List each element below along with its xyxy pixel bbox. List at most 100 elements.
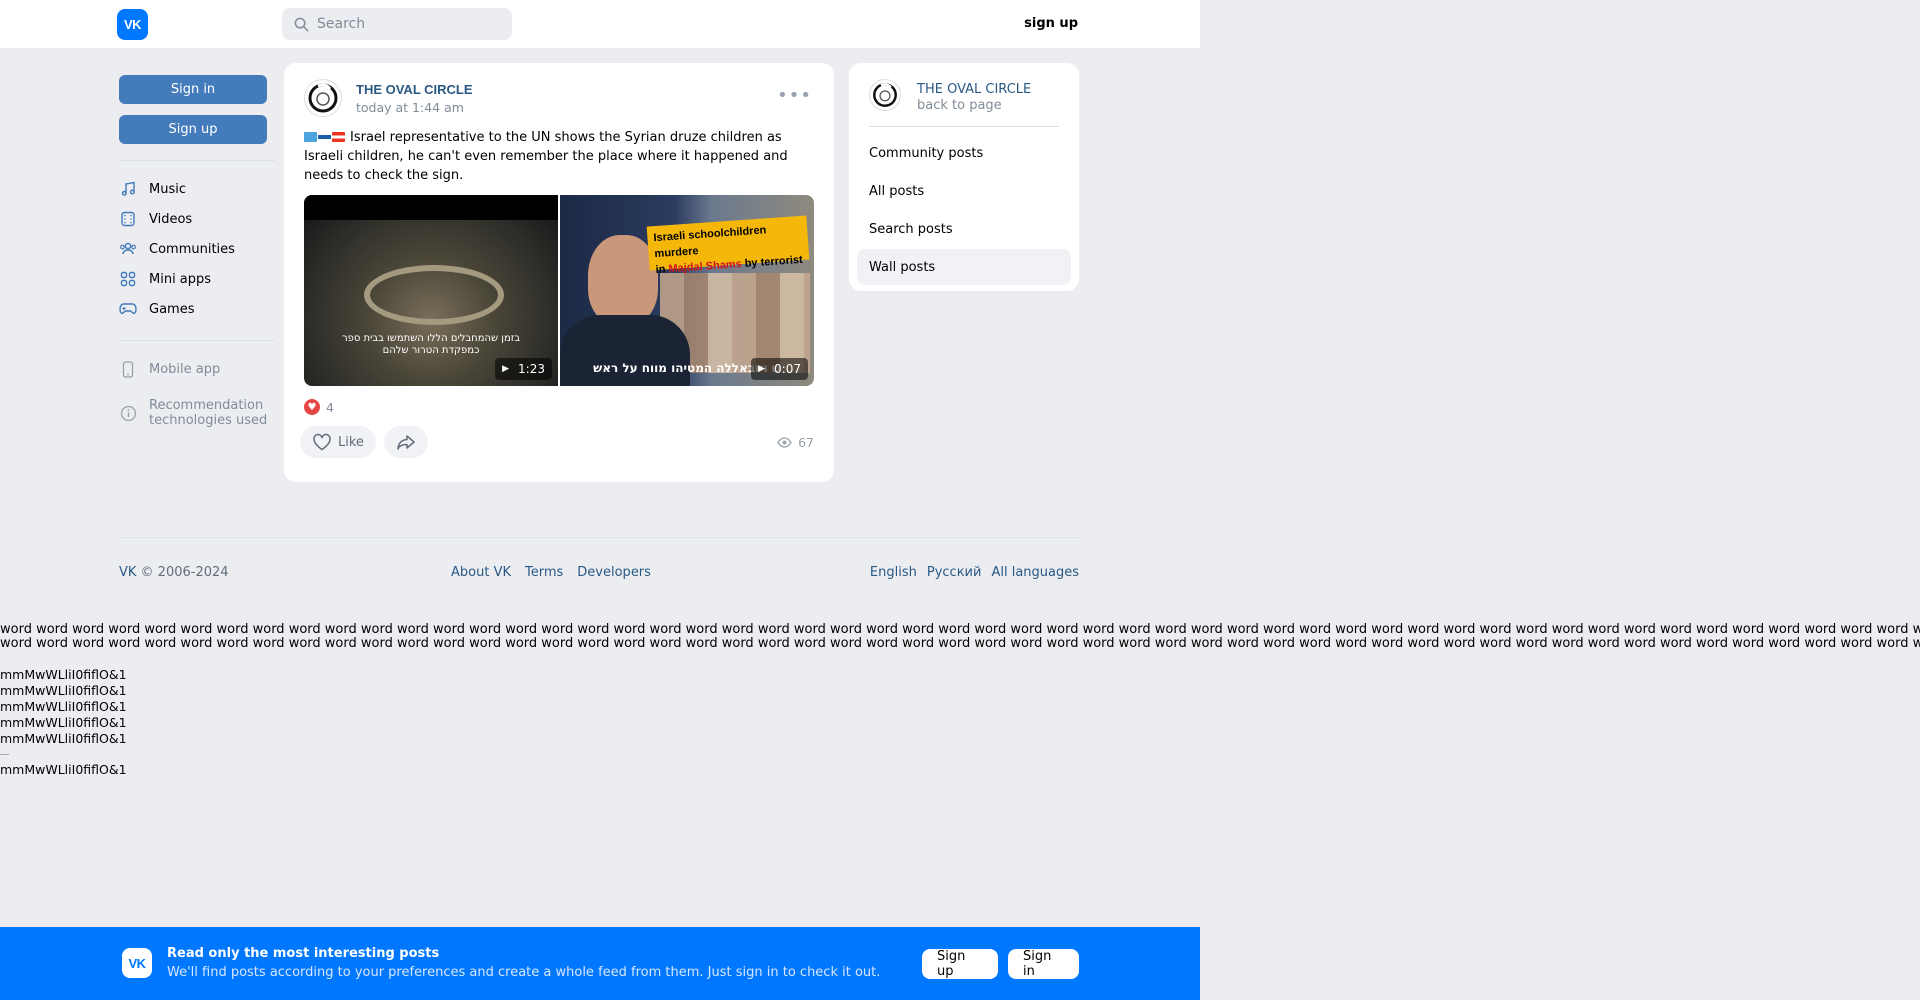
language-english[interactable]: English (870, 565, 917, 580)
vk-logo[interactable]: VK (117, 9, 148, 40)
oval-circle-logo-icon (308, 83, 338, 113)
share-icon (397, 435, 415, 450)
banner-in: in (655, 263, 669, 277)
glyph-line: mmMwWLliI0fiflO&1 (0, 715, 127, 730)
menu-item-community-posts[interactable]: Community posts (857, 135, 1071, 171)
menu-item-all-posts[interactable]: All posts (857, 173, 1071, 209)
banner-rest: by terrorist (741, 253, 804, 271)
video-icon (119, 210, 137, 228)
back-to-page-link[interactable]: back to page (917, 98, 1002, 113)
reactions-count: 4 (326, 399, 334, 415)
promo-subtitle: We'll find posts according to your prefe… (167, 965, 881, 980)
heart-reaction-icon: ♥ (304, 399, 320, 415)
views-count: 67 (798, 435, 814, 450)
promo-sign-up-button[interactable]: Sign up (922, 949, 998, 979)
avatar[interactable] (869, 79, 901, 111)
short-divider (0, 754, 9, 755)
banner-place: Majdal Shams (668, 258, 743, 276)
sidebar-item-label: Music (149, 181, 186, 197)
post-media-grid: בזמן שהמחבלים הללו השתמשו בבית ספר כמפקד… (304, 195, 814, 386)
menu-item-wall-posts[interactable]: Wall posts (857, 249, 1071, 285)
info-icon (119, 404, 137, 422)
mini-apps-icon (119, 270, 137, 288)
views-counter: 67 (777, 435, 814, 450)
footer-divider (119, 537, 1079, 538)
speaker-suit (560, 315, 690, 386)
post-text: Israel representative to the UN shows th… (304, 128, 814, 185)
signup-promo-banner: VK Read only the most interesting posts … (0, 927, 1200, 1000)
right-panel: THE OVAL CIRCLE back to page Community p… (849, 63, 1079, 291)
community-name-link[interactable]: THE OVAL CIRCLE (917, 82, 1031, 97)
glyph-line: mmMwWLliI0fiflO&1 (0, 731, 127, 746)
search-icon (294, 17, 309, 31)
footer-link-developers[interactable]: Developers (577, 565, 651, 580)
play-icon: ▶ (758, 364, 766, 374)
filler-text: word word word word word word word word … (0, 623, 1920, 651)
left-sidebar: Sign in Sign up Music Videos Communities… (119, 75, 275, 428)
recommendation-line-1: Recommendation (149, 398, 264, 413)
sidebar-item-games[interactable]: Games (119, 294, 275, 324)
post-actions: Like (300, 426, 428, 458)
music-icon (119, 180, 137, 198)
post-author-link[interactable]: THE OVAL CIRCLE (356, 82, 473, 97)
more-options-icon[interactable]: ••• (777, 85, 812, 106)
oval-circle-logo-icon (873, 83, 897, 107)
post-text-body: Israel representative to the UN shows th… (304, 130, 788, 183)
copyright-years: © 2006-2024 (136, 565, 229, 580)
recommendation-label: Recommendation technologies used (149, 398, 267, 428)
mobile-app-label: Mobile app (149, 361, 221, 377)
eye-icon (777, 437, 792, 448)
communities-icon (119, 240, 137, 258)
language-russian[interactable]: Русский (927, 565, 982, 580)
language-all[interactable]: All languages (991, 565, 1079, 580)
like-button[interactable]: Like (300, 426, 376, 458)
recommendation-line-2: technologies used (149, 413, 268, 428)
panel-divider (869, 126, 1059, 127)
video-duration-badge: ▶ 0:07 (751, 358, 808, 380)
avatar[interactable] (304, 79, 342, 117)
sidebar-item-mini-apps[interactable]: Mini apps (119, 264, 275, 294)
copyright: VK © 2006-2024 (119, 565, 229, 580)
posts-filter-menu: Community posts All posts Search posts W… (857, 135, 1071, 287)
video-subtitle-line-1: בזמן שהמחבלים הללו השתמשו בבית ספר (341, 333, 521, 344)
video-subtitle-line-2: כמפקדת הטרור שלהם (382, 345, 480, 356)
glyph-line: mmMwWLliI0fiflO&1 (0, 699, 127, 714)
video-thumbnail-2[interactable]: Israeli schoolchildren murdere in Majdal… (560, 195, 814, 386)
sidebar-item-label: Mini apps (149, 271, 212, 287)
top-header: VK Search sign up (0, 0, 1200, 48)
share-button[interactable] (383, 426, 428, 458)
footer-link-terms[interactable]: Terms (525, 565, 563, 580)
video-thumbnail-1[interactable]: בזמן שהמחבלים הללו השתמשו בבית ספר כמפקד… (304, 195, 558, 386)
vk-logo: VK (122, 948, 152, 978)
wall-post: THE OVAL CIRCLE today at 1:44 am ••• Isr… (284, 63, 834, 482)
video-subtitle: בזמן שהמחבלים הללו השתמשו בבית ספר כמפקד… (304, 333, 558, 357)
sidebar-item-recommendation[interactable]: Recommendation technologies used (119, 398, 275, 428)
footer-link-about[interactable]: About VK (451, 565, 511, 580)
sidebar-item-communities[interactable]: Communities (119, 234, 275, 264)
search-placeholder: Search (317, 16, 366, 32)
video-duration: 1:23 (518, 362, 545, 376)
sign-in-button[interactable]: Sign in (119, 75, 267, 104)
search-input[interactable]: Search (282, 8, 512, 40)
sidebar-item-music[interactable]: Music (119, 174, 275, 204)
phone-icon (119, 360, 137, 378)
reactions-summary[interactable]: ♥ 4 (304, 399, 334, 415)
sidebar-item-label: Videos (149, 211, 193, 227)
vk-link[interactable]: VK (119, 565, 136, 580)
glyph-line: mmMwWLliI0fiflO&1 (0, 667, 127, 682)
gamepad-icon (119, 300, 137, 318)
sidebar-item-videos[interactable]: Videos (119, 204, 275, 234)
sidebar-item-mobile-app[interactable]: Mobile app (119, 354, 275, 384)
flags-emoji-icon (304, 128, 346, 147)
un-council-table (364, 265, 504, 325)
post-timestamp[interactable]: today at 1:44 am (356, 100, 464, 115)
sidebar-divider (119, 340, 275, 341)
video-duration: 0:07 (774, 362, 801, 376)
sign-up-button[interactable]: Sign up (119, 115, 267, 144)
glyph-line: mmMwWLliI0fiflO&1 (0, 762, 127, 777)
sidebar-item-label: Communities (149, 241, 235, 257)
menu-item-search-posts[interactable]: Search posts (857, 211, 1071, 247)
glyph-line: mmMwWLliI0fiflO&1 (0, 683, 127, 698)
promo-sign-in-button[interactable]: Sign in (1008, 949, 1079, 979)
header-signup-link[interactable]: sign up (1024, 16, 1078, 31)
